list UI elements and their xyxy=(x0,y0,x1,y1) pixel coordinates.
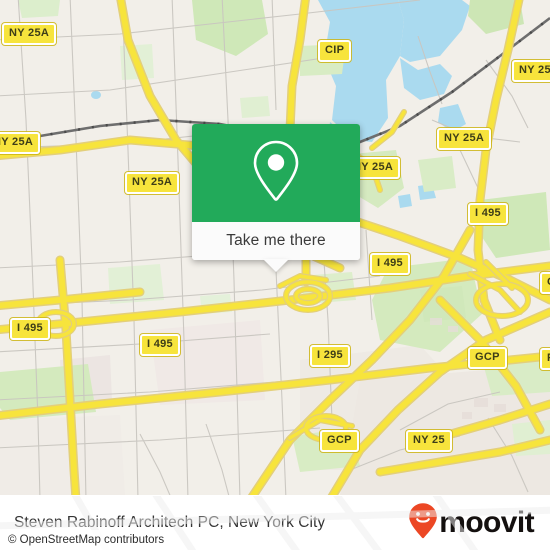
road-shield-ny25: NY 25 xyxy=(406,430,452,452)
poi-popup-card[interactable]: Take me there xyxy=(192,124,360,272)
moovit-wordmark: moovit xyxy=(439,506,534,539)
road-shield-gcp-bottom: GCP xyxy=(320,430,359,452)
road-shield-gcp-edge-upper: G xyxy=(540,272,550,294)
poi-card-footer[interactable]: Take me there xyxy=(192,222,360,272)
road-shield-ny25a-leftedge: NY 25A xyxy=(0,132,41,154)
road-shield-i495-lower-left: I 495 xyxy=(140,334,180,356)
map-pin-icon xyxy=(248,138,304,209)
poi-card-header xyxy=(192,124,360,222)
road-shield-gcp-edge-lower: P xyxy=(540,348,550,370)
road-shield-cip: CIP xyxy=(318,40,352,62)
road-shield-i295: I 295 xyxy=(310,345,350,367)
road-shield-i495-upper-right: I 495 xyxy=(468,203,508,225)
map-screenshot-root: NY 25ANY 25ANY 25ACIPNY 25ANY 25ANY 25AI… xyxy=(0,0,550,550)
poi-card-pointer xyxy=(263,259,289,272)
road-shield-ny25a-center-left: NY 25A xyxy=(125,172,180,194)
road-shield-ny25a-topleft: NY 25A xyxy=(2,23,57,45)
road-shield-i495-center-right: I 495 xyxy=(370,253,410,275)
road-shield-gcp-right: GCP xyxy=(468,347,507,369)
road-shield-i495-left: I 495 xyxy=(10,318,50,340)
moovit-logo[interactable]: moovit xyxy=(408,502,535,545)
take-me-there-button[interactable]: Take me there xyxy=(226,232,326,250)
osm-attribution[interactable]: © OpenStreetMap contributors xyxy=(0,530,175,550)
road-shield-ny25a-right-edge: NY 25A xyxy=(512,60,550,82)
road-shield-ny25a-upper-right: NY 25A xyxy=(437,128,492,150)
moovit-pin-icon xyxy=(408,502,438,545)
